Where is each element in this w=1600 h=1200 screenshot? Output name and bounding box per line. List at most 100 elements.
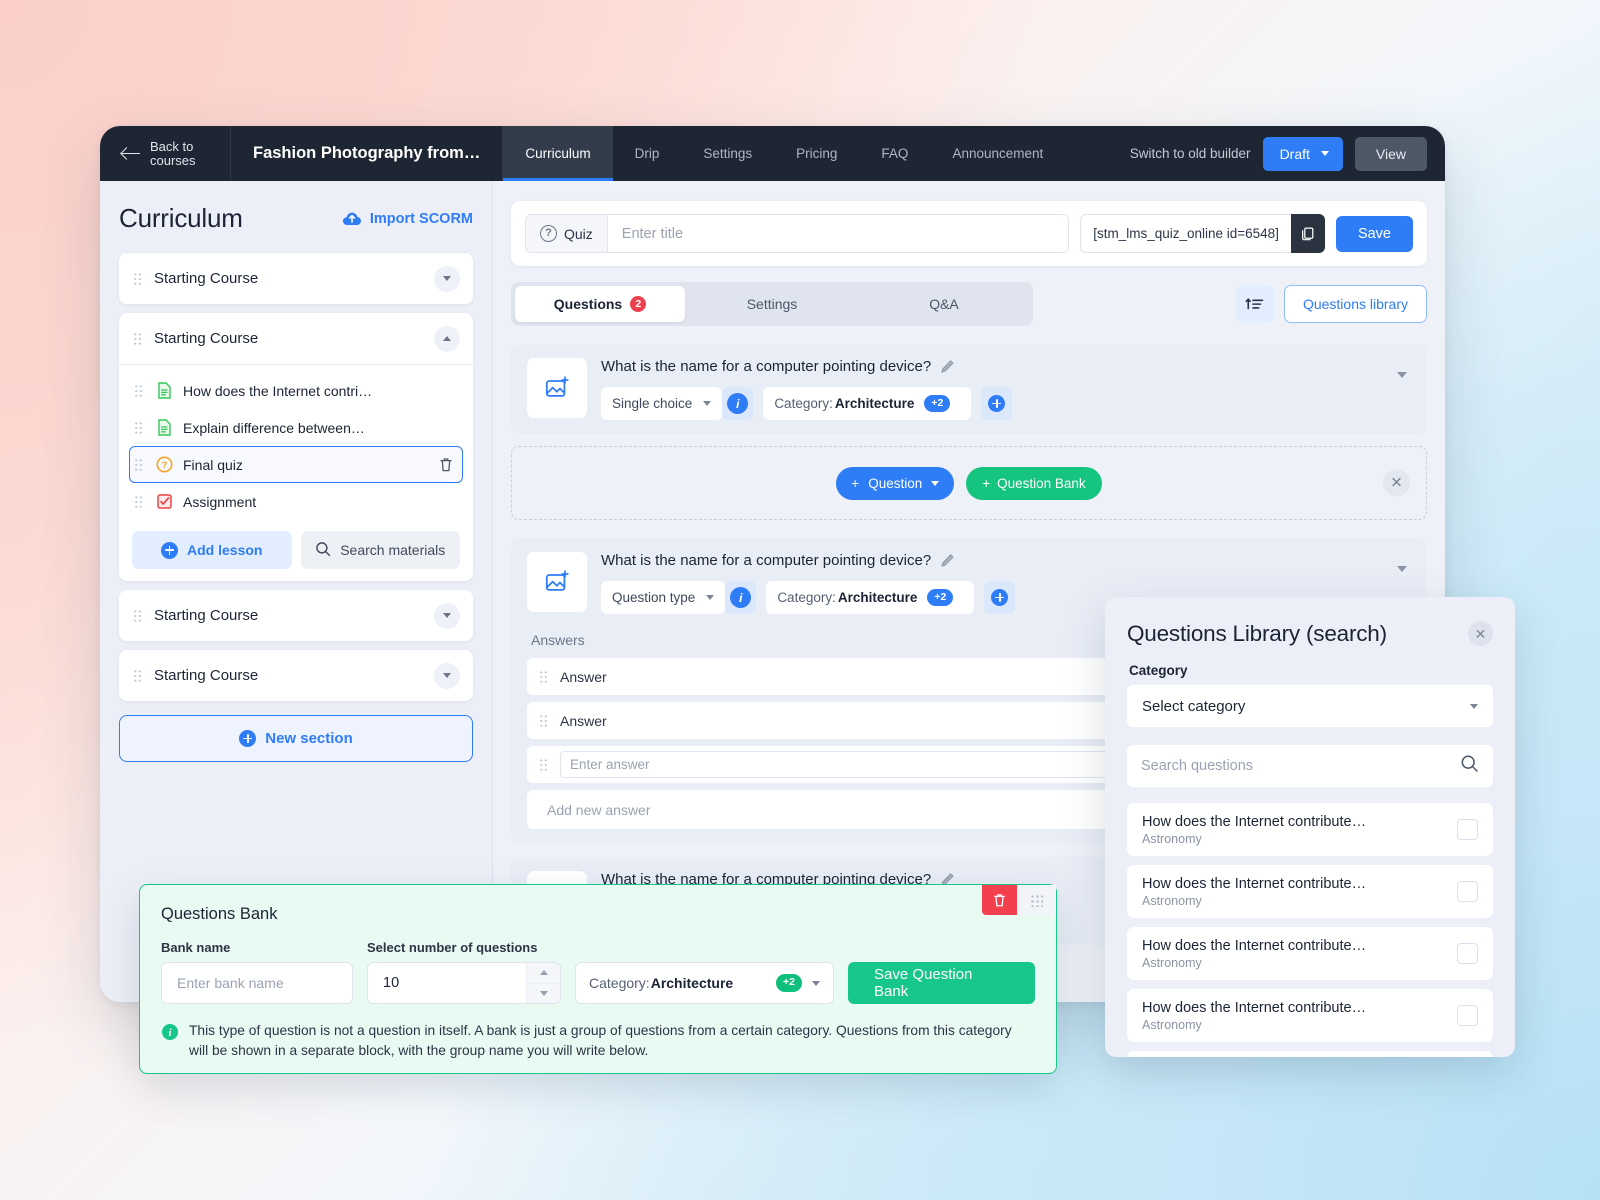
new-section-button[interactable]: New section [119, 715, 473, 762]
bank-category-select[interactable]: Category: Architecture +2 [575, 962, 834, 1004]
info-icon[interactable]: i [727, 393, 749, 414]
add-question-button[interactable]: + Question [836, 466, 955, 500]
collapse-section-button[interactable] [434, 325, 460, 352]
category-select[interactable]: Select category [1127, 685, 1493, 727]
question-image-placeholder-icon[interactable] [527, 358, 587, 418]
nav-tab-settings[interactable]: Settings [681, 126, 774, 181]
back-to-courses-button[interactable]: Back to courses [100, 126, 231, 181]
drag-handle-icon[interactable] [539, 669, 548, 684]
section-header[interactable]: Starting Course [119, 590, 473, 641]
section-header[interactable]: Starting Course [119, 313, 473, 364]
question-category-select[interactable]: Category: Architecture +2 [763, 387, 972, 420]
drag-handle-icon[interactable] [133, 331, 142, 346]
expand-section-button[interactable] [434, 265, 460, 292]
search-input[interactable] [1141, 758, 1452, 774]
stepper-decrement-button[interactable] [527, 982, 560, 1003]
list-item[interactable]: How does the Internet contribute… Astron… [1127, 1051, 1493, 1057]
list-item[interactable]: Explain difference between… [129, 409, 463, 446]
bank-name-input[interactable] [161, 962, 353, 1004]
list-item[interactable]: How does the Internet contribute… Astron… [1127, 865, 1493, 918]
copy-shortcode-button[interactable] [1290, 214, 1325, 253]
category-label: Category: [589, 975, 650, 991]
question-image-placeholder-icon[interactable] [527, 552, 587, 612]
list-item[interactable]: How does the Internet contribute… Astron… [1127, 989, 1493, 1042]
drag-handle-icon[interactable] [539, 757, 548, 772]
list-item[interactable]: How does the Internet contri… [129, 372, 463, 409]
nav-tab-drip[interactable]: Drip [613, 126, 682, 181]
add-category-button[interactable] [981, 387, 1013, 420]
save-button[interactable]: Save [1335, 215, 1413, 252]
tab-settings[interactable]: Settings [687, 286, 857, 322]
category-extra-badge: +2 [924, 394, 951, 413]
select-question-checkbox[interactable] [1457, 943, 1478, 964]
section-header[interactable]: Starting Course [119, 253, 473, 304]
list-item[interactable]: How does the Internet contribute… Astron… [1127, 927, 1493, 980]
close-icon[interactable]: ✕ [1468, 621, 1493, 646]
add-lesson-button[interactable]: Add lesson [132, 531, 292, 569]
nav-tab-faq[interactable]: FAQ [859, 126, 930, 181]
drag-handle-icon[interactable] [134, 383, 143, 398]
import-scorm-label: Import SCORM [369, 210, 473, 227]
stepper-increment-button[interactable] [527, 963, 560, 983]
list-item[interactable]: How does the Internet contribute… Astron… [1127, 803, 1493, 856]
sort-ascending-icon[interactable] [1235, 285, 1274, 323]
question-text: What is the name for a computer pointing… [601, 358, 932, 375]
bank-name-label: Bank name [161, 940, 231, 955]
number-of-questions-field-group: Select number of questions 10 [367, 940, 561, 1004]
category-value: Architecture [650, 975, 734, 991]
add-category-button[interactable] [984, 581, 1016, 614]
quiz-tabs-row: Questions 2 Settings Q&A Questions libra… [511, 282, 1427, 326]
import-scorm-button[interactable]: Import SCORM [342, 211, 473, 227]
question-type-select[interactable]: Question type [601, 581, 726, 614]
section-lessons: How does the Internet contri… Explain di… [119, 364, 473, 581]
draft-status-button[interactable]: Draft [1262, 136, 1343, 171]
expand-section-button[interactable] [434, 602, 460, 629]
add-question-bank-button[interactable]: + Question Bank [966, 466, 1102, 500]
section-name: Starting Course [154, 667, 259, 684]
nav-tab-curriculum[interactable]: Curriculum [503, 126, 613, 181]
list-item-final-quiz[interactable]: ? Final quiz [129, 446, 463, 483]
select-question-checkbox[interactable] [1457, 881, 1478, 902]
document-icon [155, 418, 174, 437]
quantity-stepper[interactable]: 10 [367, 962, 561, 1004]
number-of-questions-value: 10 [383, 975, 400, 991]
delete-lesson-icon[interactable] [438, 456, 454, 473]
switch-to-old-builder-link[interactable]: Switch to old builder [1130, 146, 1251, 161]
edit-pencil-icon[interactable] [940, 553, 955, 568]
collapse-question-button[interactable] [1397, 372, 1407, 396]
tab-questions[interactable]: Questions 2 [515, 286, 685, 322]
drag-handle-icon[interactable] [539, 713, 548, 728]
tab-qa[interactable]: Q&A [859, 286, 1029, 322]
expand-section-button[interactable] [434, 662, 460, 689]
save-question-bank-button[interactable]: Save Question Bank [848, 962, 1035, 1004]
list-item[interactable]: Assignment [129, 483, 463, 520]
drag-handle-icon[interactable] [133, 668, 142, 683]
drag-handle-icon[interactable] [133, 608, 142, 623]
question-type-select[interactable]: Single choice [601, 387, 723, 420]
questions-count-badge: 2 [630, 296, 647, 312]
search-materials-button[interactable]: Search materials [300, 531, 460, 569]
drag-handle-icon[interactable] [134, 457, 143, 472]
select-question-checkbox[interactable] [1457, 1005, 1478, 1026]
drag-handle-icon[interactable] [134, 420, 143, 435]
view-button[interactable]: View [1354, 136, 1427, 171]
info-icon[interactable]: i [730, 587, 752, 608]
section-name: Starting Course [154, 330, 259, 347]
drag-handle-icon[interactable] [134, 494, 143, 509]
collapse-question-button[interactable] [1397, 566, 1407, 590]
quiz-title-input[interactable] [607, 215, 1069, 252]
edit-pencil-icon[interactable] [940, 359, 955, 374]
question-category-select[interactable]: Category: Architecture +2 [766, 581, 975, 614]
select-question-checkbox[interactable] [1457, 819, 1478, 840]
questions-library-panel: Questions Library (search) ✕ Category Se… [1105, 597, 1515, 1057]
search-icon[interactable] [1460, 754, 1479, 778]
delete-question-bank-button[interactable] [982, 885, 1017, 915]
drag-handle-icon[interactable] [133, 271, 142, 286]
quiz-header-card: ? Quiz [stm_lms_quiz_online id=6548] Sav… [511, 201, 1427, 266]
section-header[interactable]: Starting Course [119, 650, 473, 701]
nav-tab-pricing[interactable]: Pricing [774, 126, 859, 181]
questions-library-button[interactable]: Questions library [1283, 285, 1427, 323]
nav-tab-announcement[interactable]: Announcement [930, 126, 1065, 181]
drag-handle-icon[interactable] [1017, 885, 1056, 915]
close-icon[interactable]: ✕ [1383, 469, 1410, 497]
